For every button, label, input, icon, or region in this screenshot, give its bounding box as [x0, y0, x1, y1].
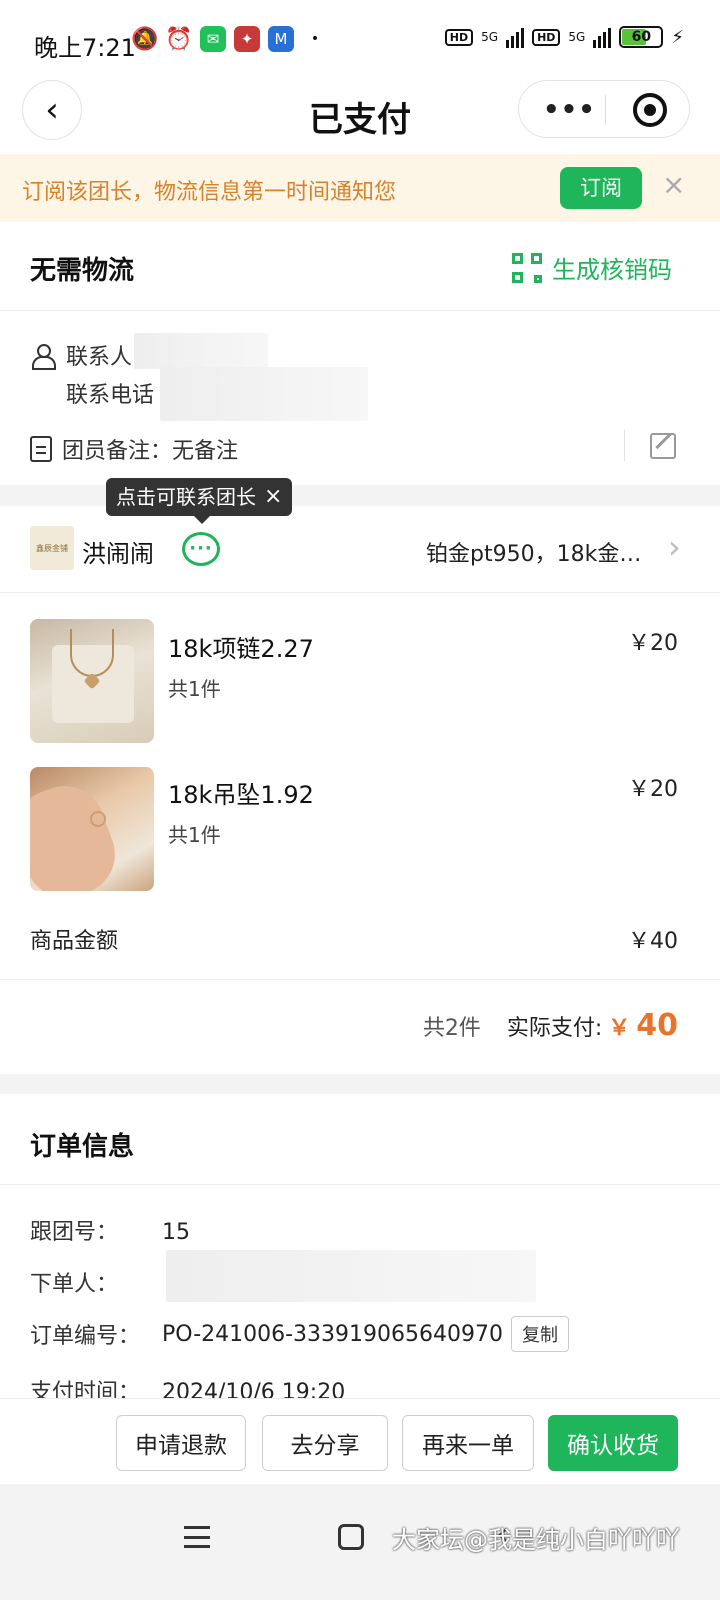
mail-icon: M	[268, 26, 294, 52]
product-image	[30, 619, 154, 743]
order-info-section: 订单信息 跟团号： 15 下单人： 订单编号： PO-241006-33391906…	[0, 1094, 720, 1405]
notice-text: 订阅该团长，物流信息第一时间通知您	[22, 180, 397, 205]
item-name: 18k吊坠1.92	[168, 781, 314, 809]
list-item[interactable]	[30, 767, 154, 891]
more-dots-icon[interactable]: •••	[543, 95, 596, 125]
remark-row: 团员备注： 无备注	[30, 433, 238, 465]
battery-icon: 60	[619, 26, 664, 48]
signal-icon	[506, 26, 525, 48]
contact-tooltip: 点击可联系团长 ×	[106, 478, 293, 524]
shop-section: 鑫辰金铺 洪闹闹 ··· 铂金pt950，18k金… ›	[0, 506, 720, 592]
total-section: 共2件 实际支付: ￥ 40	[0, 980, 720, 1074]
chevron-right-icon[interactable]: ›	[668, 528, 681, 566]
actual-pay-label: 实际支付:	[506, 1016, 603, 1041]
redacted-phone	[160, 367, 368, 421]
capsule-divider	[605, 95, 606, 125]
shop-description[interactable]: 铂金pt950，18k金…	[426, 536, 641, 568]
dot-icon: •	[310, 31, 320, 47]
order-no-value: PO-241006-333919065640970	[162, 1321, 504, 1347]
list-item[interactable]	[30, 619, 154, 743]
network-label-1: 5G	[481, 30, 499, 44]
group-no-value: 15	[162, 1220, 190, 1245]
order-info-title: 订单信息	[30, 1132, 135, 1162]
network-label-2: 5G	[568, 30, 586, 44]
generate-qr-button[interactable]: 生成核销码	[512, 250, 672, 285]
wechat-icon: ✉	[200, 26, 226, 52]
alarm-icon: ⏰	[165, 26, 193, 52]
share-button[interactable]: 去分享	[262, 1415, 388, 1471]
shop-name[interactable]: 洪闹闹	[82, 534, 154, 569]
orderer-row: 下单人：	[30, 1266, 162, 1298]
subscribe-notice: 订阅该团长，物流信息第一时间通知您 订阅 ×	[0, 154, 720, 222]
shop-logo: 鑫辰金铺	[30, 526, 74, 570]
hd-badge: HD	[444, 28, 474, 46]
item-qty: 共1件	[168, 823, 221, 847]
mini-program-capsule: •••	[518, 80, 690, 138]
watermark: 大家坛@我是纯小白吖吖吖	[392, 1526, 680, 1554]
actual-pay-amount: 40	[636, 1008, 678, 1043]
charging-icon: ⚡	[671, 26, 684, 48]
orderer-label: 下单人：	[30, 1272, 119, 1297]
item-name: 18k项链2.27	[168, 635, 314, 663]
edit-divider	[624, 429, 625, 461]
item-qty: 共1件	[168, 677, 221, 701]
reorder-button[interactable]: 再来一单	[402, 1415, 534, 1471]
divider	[0, 1184, 720, 1185]
signal-icon-2	[593, 26, 612, 48]
person-icon	[30, 342, 56, 370]
total-count: 共2件	[422, 1016, 481, 1041]
group-no-row: 跟团号： 15	[30, 1214, 190, 1246]
contact-phone-label: 联系电话	[66, 383, 155, 408]
remark-value: 无备注	[172, 439, 239, 464]
contact-name-row: 联系人	[30, 339, 132, 371]
edit-icon[interactable]	[650, 433, 676, 459]
bell-off-icon: 🔕	[131, 26, 159, 52]
contact-name-label: 联系人	[66, 345, 133, 370]
confirm-receipt-button[interactable]: 确认收货	[548, 1415, 678, 1471]
delivery-section: 无需物流 生成核销码	[0, 222, 720, 310]
subscribe-button[interactable]: 订阅	[560, 167, 642, 209]
document-icon	[30, 436, 52, 462]
status-bar: 晚上7:21 🔕 ⏰ ✉ ✦ M • HD 5G HD 5G 60 ⚡	[0, 0, 720, 80]
home-icon[interactable]	[338, 1524, 364, 1550]
nav-bar: ‹ 已支付 •••	[0, 80, 720, 154]
app-notification-icon: ✦	[234, 26, 260, 52]
qr-code-icon	[512, 252, 542, 283]
tooltip-close-icon[interactable]: ×	[264, 478, 282, 516]
item-price: ￥20	[628, 777, 678, 802]
target-icon[interactable]	[633, 93, 667, 127]
total-row: 共2件 实际支付: ￥ 40	[423, 1008, 678, 1043]
hd-badge-2: HD	[532, 28, 561, 46]
currency-symbol: ￥	[608, 1016, 631, 1041]
remark-label: 团员备注：	[62, 439, 173, 464]
copy-button[interactable]: 复制	[511, 1316, 570, 1352]
bottom-action-bar: 申请退款 去分享 再来一单 确认收货	[0, 1398, 720, 1484]
status-notification-icons: 🔕 ⏰ ✉ ✦ M •	[131, 26, 328, 52]
refund-button[interactable]: 申请退款	[116, 1415, 246, 1471]
items-section: 18k项链2.27 共1件 ￥20 18k吊坠1.92 共1件 ￥20 商品金额…	[0, 593, 720, 979]
delivery-title: 无需物流	[30, 256, 135, 286]
order-no-label: 订单编号：	[30, 1324, 141, 1349]
order-no-row: 订单编号： PO-241006-333919065640970 复制	[30, 1316, 570, 1352]
product-image	[30, 767, 154, 891]
item-price: ￥20	[628, 631, 678, 656]
redacted-name	[134, 333, 268, 369]
close-icon[interactable]: ×	[662, 168, 685, 201]
menu-icon[interactable]	[184, 1526, 210, 1548]
goods-amount-label: 商品金额	[30, 929, 119, 954]
status-right-icons: HD 5G HD 5G 60 ⚡	[444, 26, 684, 48]
group-no-label: 跟团号：	[30, 1220, 119, 1245]
redacted-orderer	[166, 1250, 536, 1302]
goods-amount: ￥40	[628, 929, 678, 954]
tooltip-text: 点击可联系团长	[116, 485, 256, 509]
contact-section: 联系人 联系电话 团员备注： 无备注	[0, 311, 720, 485]
chat-bubble-icon[interactable]: ···	[182, 532, 220, 566]
qr-label: 生成核销码	[552, 256, 672, 284]
status-time: 晚上7:21	[34, 34, 136, 62]
